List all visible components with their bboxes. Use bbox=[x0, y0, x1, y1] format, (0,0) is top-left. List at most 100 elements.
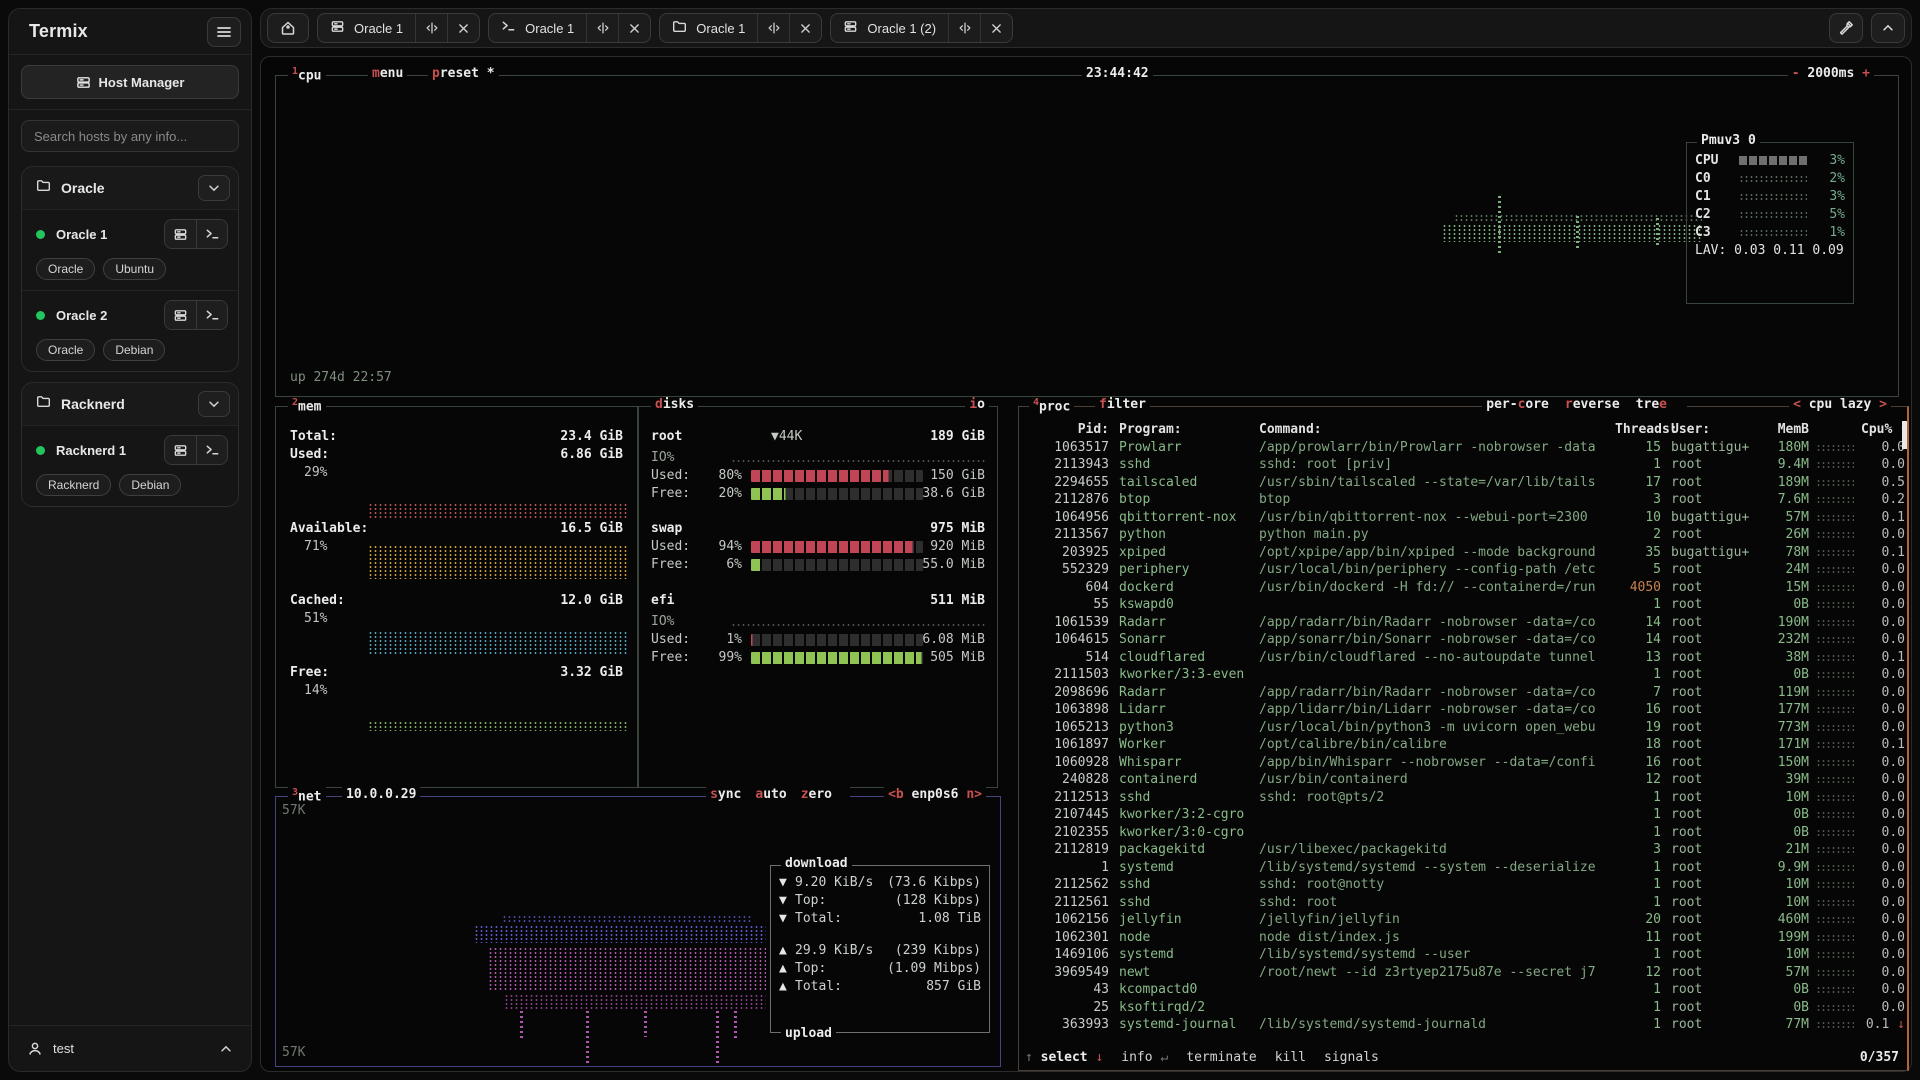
net-zero-button[interactable]: zero bbox=[801, 787, 832, 802]
tab-label-area[interactable]: Oracle 1 (2) bbox=[831, 14, 948, 42]
net-auto-button[interactable]: auto bbox=[755, 787, 786, 802]
tab-split-button[interactable] bbox=[948, 14, 980, 42]
kill-button[interactable]: kill bbox=[1275, 1050, 1306, 1068]
tab-close-button[interactable] bbox=[789, 14, 821, 42]
proc-option-reverse[interactable]: reverse bbox=[1565, 397, 1620, 412]
process-row[interactable]: 2112561sshdsshd: root1root10M0.0 bbox=[1019, 894, 1907, 912]
disk-used-row: Used:80%150 GiB bbox=[651, 468, 985, 483]
process-row[interactable]: 1063517Prowlarr/app/prowlarr/bin/Prowlar… bbox=[1019, 439, 1907, 457]
user-menu[interactable]: test bbox=[9, 1025, 251, 1071]
host-connect-button[interactable] bbox=[165, 301, 196, 329]
signals-button[interactable]: signals bbox=[1324, 1050, 1379, 1068]
process-row[interactable]: 3969549newt/root/newt --id z3rtyep2175u8… bbox=[1019, 964, 1907, 982]
disk-free-row: Free:6%55.0 MiB bbox=[651, 557, 985, 572]
process-row[interactable]: 552329periphery/usr/local/bin/periphery … bbox=[1019, 561, 1907, 579]
process-row[interactable]: 1062156jellyfin/jellyfin/jellyfin20root4… bbox=[1019, 911, 1907, 929]
host-connect-button[interactable] bbox=[165, 220, 196, 248]
folder-header[interactable]: Racknerd bbox=[22, 383, 238, 425]
disk-size: 975 MiB bbox=[930, 521, 985, 536]
tab-close-button[interactable] bbox=[980, 14, 1012, 42]
select-control[interactable]: ↑ select ↓ bbox=[1025, 1050, 1103, 1068]
process-row[interactable]: 1469106systemd/lib/systemd/systemd --use… bbox=[1019, 946, 1907, 964]
process-row[interactable]: 1061539Radarr/app/radarr/bin/Radarr -nob… bbox=[1019, 614, 1907, 632]
server-icon bbox=[76, 75, 91, 90]
process-row[interactable]: 43kcompactd01root0B0.0 bbox=[1019, 981, 1907, 999]
host-item[interactable]: Oracle 2OracleDebian bbox=[22, 290, 238, 371]
terminate-button[interactable]: terminate bbox=[1186, 1050, 1256, 1068]
process-row[interactable]: 1060928Whisparr/app/bin/Whisparr --nobro… bbox=[1019, 754, 1907, 772]
tools-button[interactable] bbox=[1829, 13, 1863, 43]
process-row[interactable]: 2111503kworker/3:3-even1root0B0.0 bbox=[1019, 666, 1907, 684]
disk-name-row: efi511 MiB bbox=[651, 593, 985, 608]
process-row[interactable]: 2112513sshdsshd: root@pts/21root10M0.0 bbox=[1019, 789, 1907, 807]
search-input[interactable] bbox=[21, 120, 239, 152]
update-interval-control[interactable]: - 2000ms + bbox=[1788, 66, 1874, 81]
mem-value: 12.0 GiB bbox=[560, 593, 623, 608]
process-row[interactable]: 240828containerd/usr/bin/containerd12roo… bbox=[1019, 771, 1907, 789]
filter-button[interactable]: filter bbox=[1095, 397, 1150, 412]
sidebar-menu-button[interactable] bbox=[207, 17, 241, 47]
process-row[interactable]: 2112819packagekitd/usr/libexec/packageki… bbox=[1019, 841, 1907, 859]
process-row[interactable]: 55kswapd01root0B0.0 bbox=[1019, 596, 1907, 614]
net-sync-button[interactable]: sync bbox=[710, 787, 741, 802]
process-row[interactable]: 363993systemd-journal/lib/systemd/system… bbox=[1019, 1016, 1907, 1034]
tab-close-button[interactable] bbox=[618, 14, 650, 42]
process-row[interactable]: 1062301nodenode dist/index.js11root199M0… bbox=[1019, 929, 1907, 947]
tab-split-button[interactable] bbox=[757, 14, 789, 42]
process-row[interactable]: 2294655tailscaled/usr/sbin/tailscaled --… bbox=[1019, 474, 1907, 492]
folder-header[interactable]: Oracle bbox=[22, 167, 238, 209]
proc-footer: ↑ select ↓ info ↵ terminate kill signals… bbox=[1025, 1050, 1899, 1068]
io-mode-button[interactable]: io bbox=[965, 397, 989, 412]
tab-label-area[interactable]: Oracle 1 bbox=[660, 14, 757, 42]
cpu-sort-control[interactable]: < cpu lazy > bbox=[1789, 397, 1891, 412]
net-download-graph bbox=[474, 925, 766, 943]
process-row[interactable]: 1064615Sonarr/app/sonarr/bin/Sonarr -nob… bbox=[1019, 631, 1907, 649]
folder-collapse-button[interactable] bbox=[198, 175, 230, 201]
process-row[interactable]: 2107445kworker/3:2-cgro1root0B0.0 bbox=[1019, 806, 1907, 824]
process-row[interactable]: 2112562sshdsshd: root@notty1root10M0.0 bbox=[1019, 876, 1907, 894]
host-terminal-button[interactable] bbox=[196, 436, 227, 464]
col-cpu[interactable]: Cpu% ↑ bbox=[1861, 421, 1905, 439]
process-row[interactable]: 2098696Radarr/app/radarr/bin/Radarr -nob… bbox=[1019, 684, 1907, 702]
tab-split-button[interactable] bbox=[586, 14, 618, 42]
cpu-graph-spike bbox=[1656, 218, 1659, 248]
host-tags: OracleDebian bbox=[36, 339, 228, 361]
proc-option-per-core[interactable]: per-core bbox=[1486, 397, 1549, 412]
tab-split-button[interactable] bbox=[415, 14, 447, 42]
process-row[interactable]: 25ksoftirqd/21root0B0.0 bbox=[1019, 999, 1907, 1017]
process-row[interactable]: 2113567pythonpython main.py2root26M0.0 bbox=[1019, 526, 1907, 544]
folder-collapse-button[interactable] bbox=[198, 391, 230, 417]
process-row[interactable]: 1065213python3/usr/local/bin/python3 -m … bbox=[1019, 719, 1907, 737]
host-terminal-button[interactable] bbox=[196, 220, 227, 248]
process-row[interactable]: 2112876btopbtop3root7.6M0.2 bbox=[1019, 491, 1907, 509]
app-title: Termix bbox=[29, 21, 88, 42]
host-item[interactable]: Racknerd 1RacknerdDebian bbox=[22, 425, 238, 506]
host-terminal-button[interactable] bbox=[196, 301, 227, 329]
info-button[interactable]: info ↵ bbox=[1121, 1050, 1168, 1068]
host-manager-button[interactable]: Host Manager bbox=[21, 65, 239, 99]
process-row[interactable]: 604dockerd/usr/bin/dockerd -H fd:// --co… bbox=[1019, 579, 1907, 597]
proc-scrollbar[interactable] bbox=[1902, 421, 1907, 449]
process-row[interactable]: 2102355kworker/3:0-cgro1root0B0.0 bbox=[1019, 824, 1907, 842]
home-tab-button[interactable] bbox=[267, 13, 309, 43]
tab-label-area[interactable]: Oracle 1 bbox=[318, 14, 415, 42]
tab-label-area[interactable]: Oracle 1 bbox=[489, 14, 586, 42]
host-connect-button[interactable] bbox=[165, 436, 196, 464]
host-item[interactable]: Oracle 1OracleUbuntu bbox=[22, 209, 238, 290]
disk-free-bar bbox=[751, 559, 923, 571]
hamburger-icon bbox=[216, 24, 232, 40]
process-row[interactable]: 203925xpiped/opt/xpipe/app/bin/xpiped --… bbox=[1019, 544, 1907, 562]
process-row[interactable]: 514cloudflared/usr/bin/cloudflared --no-… bbox=[1019, 649, 1907, 667]
collapse-button[interactable] bbox=[1871, 13, 1905, 43]
tab-close-button[interactable] bbox=[447, 14, 479, 42]
process-row[interactable]: 2113943sshdsshd: root [priv]1root9.4M0.0 bbox=[1019, 456, 1907, 474]
process-row[interactable]: 1systemd/lib/systemd/systemd --system --… bbox=[1019, 859, 1907, 877]
process-row[interactable]: 1063898Lidarr/app/lidarr/bin/Lidarr -nob… bbox=[1019, 701, 1907, 719]
process-row[interactable]: 1064956qbittorrent-nox/usr/bin/qbittorre… bbox=[1019, 509, 1907, 527]
host-tag: Debian bbox=[103, 339, 165, 361]
menu-button[interactable]: menu bbox=[368, 66, 407, 81]
preset-button[interactable]: preset * bbox=[428, 66, 499, 81]
proc-option-tree[interactable]: tree bbox=[1636, 397, 1667, 412]
net-interface-switcher[interactable]: <b enp0s6 n> bbox=[884, 787, 986, 802]
process-row[interactable]: 1061897Worker/opt/calibre/bin/calibre18r… bbox=[1019, 736, 1907, 754]
